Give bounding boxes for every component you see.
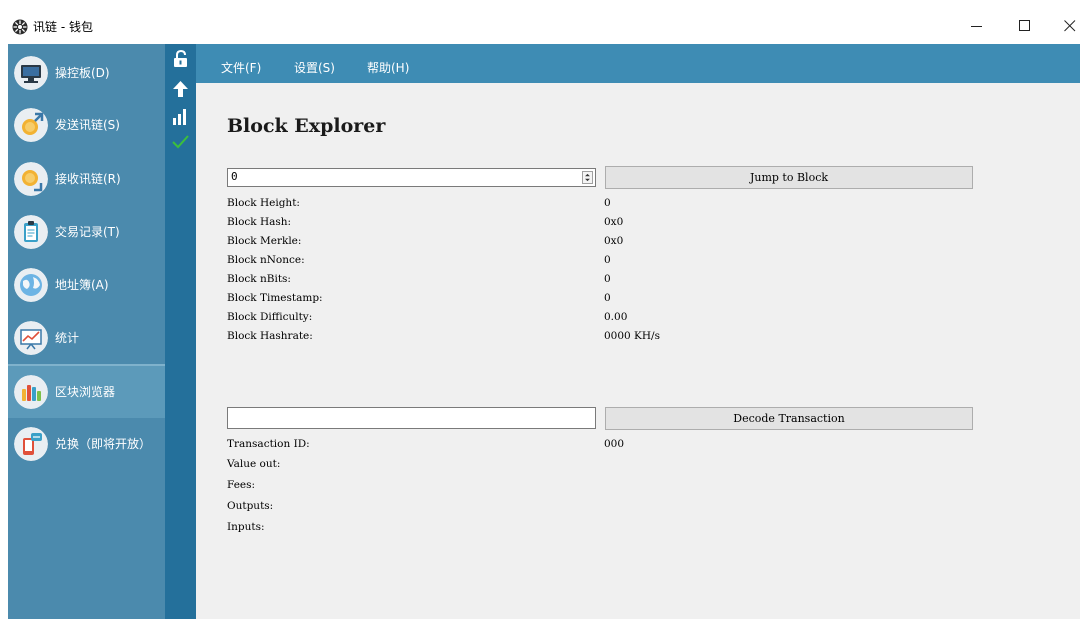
sidebar-item-statistics[interactable]: 统计 xyxy=(8,312,165,364)
block-nonce-value: 0 xyxy=(604,254,611,266)
globe-icon xyxy=(14,268,48,302)
chart-board-icon xyxy=(14,321,48,355)
sidebar-item-dashboard[interactable]: 操控板(D) xyxy=(8,47,165,99)
close-icon xyxy=(1064,20,1076,32)
sidebar-nav: 操控板(D) 发送讯链(S) 接收讯链(R) 交易记录(T) 地址簿(A) 统计… xyxy=(8,44,165,619)
sidebar-item-receive[interactable]: 接收讯链(R) xyxy=(8,153,165,205)
jump-to-block-button[interactable]: Jump to Block xyxy=(605,166,973,189)
sidebar-item-block-explorer[interactable]: 区块浏览器 xyxy=(8,366,165,418)
block-nbits-label: Block nBits: xyxy=(227,273,291,285)
transaction-input[interactable] xyxy=(227,407,596,429)
block-timestamp-label: Block Timestamp: xyxy=(227,292,323,304)
unlock-icon[interactable] xyxy=(172,50,189,68)
clipboard-icon xyxy=(14,215,48,249)
value-out-label: Value out: xyxy=(227,458,281,470)
spin-arrows-icon[interactable] xyxy=(582,171,593,184)
sidebar-item-label: 地址簿(A) xyxy=(55,278,109,292)
receive-coin-icon xyxy=(14,162,48,196)
block-hashrate-value: 0000 KH/s xyxy=(604,330,660,342)
app-logo-icon xyxy=(12,19,28,35)
transaction-id-value: 000 xyxy=(604,438,625,450)
block-explorer-panel: Block Explorer 0 Jump to Block Block Hei… xyxy=(196,83,1080,619)
checkmark-icon[interactable] xyxy=(172,134,189,150)
sidebar-item-label: 操控板(D) xyxy=(55,66,110,80)
inputs-label: Inputs: xyxy=(227,521,265,533)
exchange-phone-icon xyxy=(14,427,48,461)
sidebar-item-label: 统计 xyxy=(55,331,80,345)
block-hash-value: 0x0 xyxy=(604,216,624,228)
menu-settings[interactable]: 设置(S) xyxy=(294,60,335,76)
window-title: 讯链 - 钱包 xyxy=(33,20,93,34)
block-hash-label: Block Hash: xyxy=(227,216,292,228)
menu-bar: 文件(F) 设置(S) 帮助(H) xyxy=(196,44,1080,83)
maximize-icon xyxy=(1019,20,1030,31)
sidebar-item-address-book[interactable]: 地址簿(A) xyxy=(8,259,165,311)
transaction-id-label: Transaction ID: xyxy=(227,438,310,450)
sidebar-item-transactions[interactable]: 交易记录(T) xyxy=(8,206,165,258)
arrow-up-icon[interactable] xyxy=(172,80,189,98)
block-merkle-value: 0x0 xyxy=(604,235,624,247)
block-number-value: 0 xyxy=(231,170,238,183)
menu-help[interactable]: 帮助(H) xyxy=(367,60,409,76)
fees-label: Fees: xyxy=(227,479,256,491)
block-difficulty-value: 0.00 xyxy=(604,311,628,323)
block-nbits-value: 0 xyxy=(604,273,611,285)
block-timestamp-value: 0 xyxy=(604,292,611,304)
send-coin-icon xyxy=(14,108,48,142)
sidebar-item-label: 接收讯链(R) xyxy=(55,172,121,186)
title-bar: 讯链 - 钱包 xyxy=(0,0,1080,44)
block-height-value: 0 xyxy=(604,197,611,209)
sidebar-item-label: 兑换（即将开放） xyxy=(55,437,152,451)
sidebar-item-label: 发送讯链(S) xyxy=(55,118,120,132)
maximize-button[interactable] xyxy=(1005,12,1045,40)
block-merkle-label: Block Merkle: xyxy=(227,235,302,247)
sidebar-item-label: 交易记录(T) xyxy=(55,225,120,239)
decode-transaction-button[interactable]: Decode Transaction xyxy=(605,407,973,430)
close-button[interactable] xyxy=(1050,12,1080,40)
sidebar-item-send[interactable]: 发送讯链(S) xyxy=(8,99,165,151)
block-hashrate-label: Block Hashrate: xyxy=(227,330,313,342)
sidebar-item-label: 区块浏览器 xyxy=(55,385,116,399)
minimize-button[interactable] xyxy=(957,12,997,40)
block-number-spinbox[interactable]: 0 xyxy=(227,168,596,187)
page-title: Block Explorer xyxy=(227,115,386,137)
minimize-icon xyxy=(971,26,982,27)
block-difficulty-label: Block Difficulty: xyxy=(227,311,313,323)
sidebar-item-exchange[interactable]: 兑换（即将开放） xyxy=(8,418,165,470)
monitor-icon xyxy=(14,56,48,90)
menu-file[interactable]: 文件(F) xyxy=(221,60,261,76)
block-height-label: Block Height: xyxy=(227,197,300,209)
block-bars-icon xyxy=(14,375,48,409)
block-nonce-label: Block nNonce: xyxy=(227,254,305,266)
outputs-label: Outputs: xyxy=(227,500,274,512)
signal-bars-icon[interactable] xyxy=(172,108,189,126)
status-strip xyxy=(165,44,196,619)
